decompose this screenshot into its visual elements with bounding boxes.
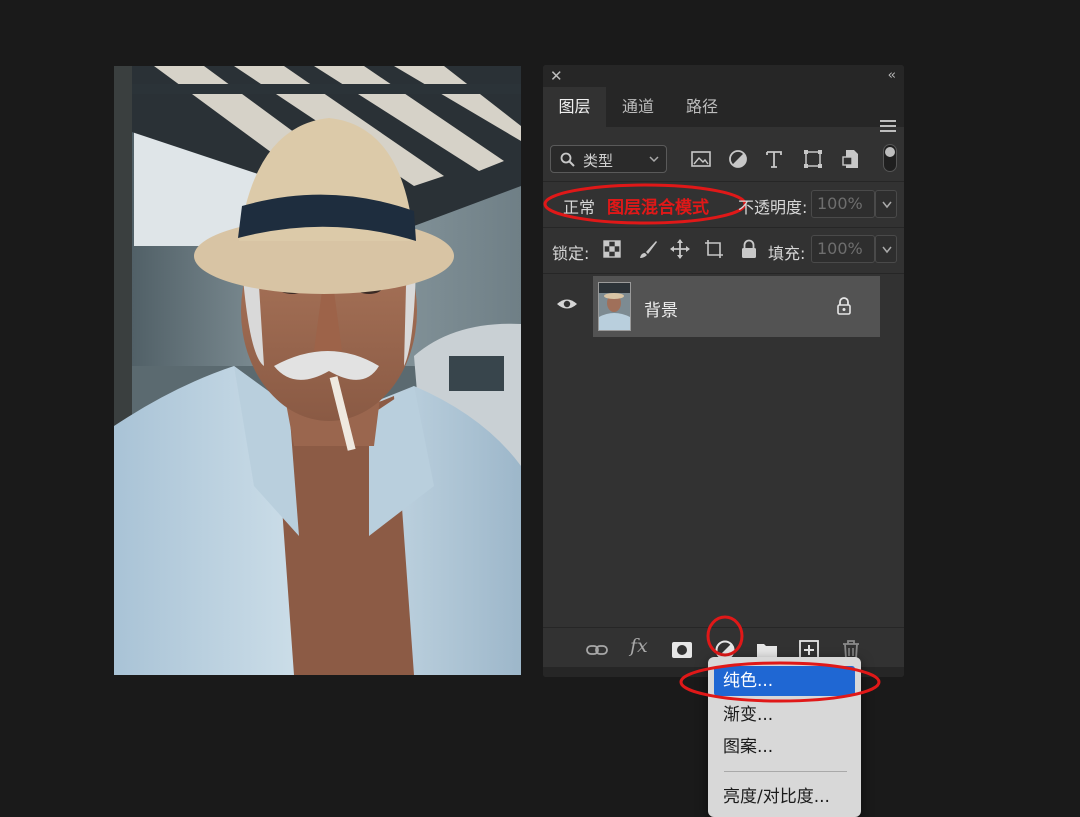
menu-item-gradient[interactable]: 渐变... [714, 700, 855, 730]
adjustment-filter-icon[interactable] [726, 147, 750, 171]
lock-paint-icon[interactable] [637, 238, 659, 260]
image-filter-icon[interactable] [689, 147, 713, 171]
filter-kind-label: 类型 [583, 152, 614, 170]
annotation-circle-adjustment [706, 615, 744, 657]
eye-icon[interactable] [556, 297, 578, 311]
opacity-field[interactable]: 100% [811, 190, 875, 218]
lock-label: 锁定: [552, 244, 590, 263]
divider [543, 227, 904, 228]
chevron-down-icon [882, 246, 892, 254]
lock-all-icon[interactable] [738, 238, 760, 260]
hamburger-icon[interactable] [880, 120, 896, 135]
lock-icon[interactable] [836, 297, 852, 315]
link-icon[interactable] [585, 638, 609, 662]
close-icon[interactable]: ✕ [550, 66, 563, 86]
annotation-ellipse-blend [543, 183, 747, 225]
layers-panel: ✕ ‹‹ 图层 通道 路径 类型 正常 图层混合模式 不透明度: 100% 锁定… [543, 65, 904, 677]
smart-object-filter-icon[interactable] [839, 147, 863, 171]
portrait-photo-image [114, 66, 521, 675]
opacity-dropdown[interactable] [875, 190, 897, 218]
lock-transparent-icon[interactable] [601, 238, 623, 260]
lock-artboard-icon[interactable] [703, 238, 725, 260]
type-filter-icon[interactable] [762, 147, 786, 171]
menu-divider [724, 771, 847, 772]
filter-on-off-toggle[interactable] [883, 144, 897, 172]
annotation-ellipse-solid-color [679, 661, 881, 703]
chevron-down-icon [882, 201, 892, 209]
layer-thumbnail-image [599, 283, 630, 330]
opacity-label: 不透明度: [738, 198, 808, 217]
lock-position-icon[interactable] [669, 238, 691, 260]
fill-label: 填充: [768, 244, 806, 263]
shape-filter-icon[interactable] [801, 147, 825, 171]
mask-icon[interactable] [670, 638, 694, 662]
divider [543, 273, 904, 274]
fill-field[interactable]: 100% [811, 235, 875, 263]
fill-dropdown[interactable] [875, 235, 897, 263]
menu-item-brightness-contrast[interactable]: 亮度/对比度... [714, 782, 855, 812]
tab-channels[interactable]: 通道 [606, 87, 670, 127]
layer-name[interactable]: 背景 [644, 296, 678, 321]
layer-filter-kind-select[interactable]: 类型 [550, 145, 667, 173]
collapse-panel-icon[interactable]: ‹‹ [888, 66, 897, 86]
fx-icon[interactable]: fx [630, 635, 654, 659]
search-icon [560, 152, 575, 167]
chevron-down-icon [649, 156, 659, 163]
tab-layers[interactable]: 图层 [543, 87, 606, 127]
panel-titlebar: ✕ ‹‹ [543, 65, 904, 87]
panel-tabs: 图层 通道 路径 [543, 87, 904, 132]
tab-paths[interactable]: 路径 [670, 87, 734, 127]
layer-thumbnail[interactable] [598, 282, 631, 331]
document-canvas-photo[interactable] [114, 66, 521, 675]
menu-item-pattern[interactable]: 图案... [714, 732, 855, 762]
